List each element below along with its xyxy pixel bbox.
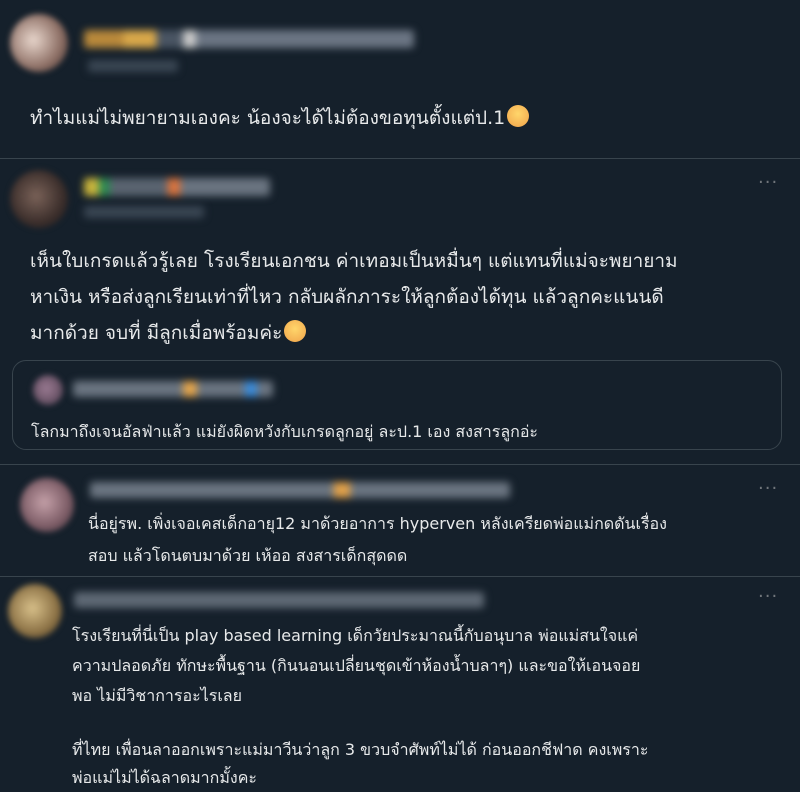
post-text-line: ที่ไทย เพื่อนลาออกเพราะแม่มาวีนว่าลูก 3 … — [72, 740, 649, 759]
post-text: ทำไมแม่ไม่พยายามเองคะ น้องจะได้ไม่ต้องขอ… — [30, 103, 530, 134]
post-text-line: โรงเรียนที่นี่เป็น play based learning เ… — [72, 626, 639, 645]
post-text-line: พอ ไม่มีวิชาการอะไรเลย — [72, 686, 242, 705]
post-text-line: มากด้วย จบที่ มีลูกเมื่อพร้อมค่ะ — [30, 318, 307, 349]
post-text-line: หาเงิน หรือส่งลูกเรียนเท่าที่ไหว กลับผลั… — [30, 286, 664, 308]
author-name-redacted[interactable] — [84, 178, 270, 196]
more-options-icon[interactable]: ··· — [758, 478, 778, 499]
avatar[interactable] — [33, 375, 63, 405]
post-text-line: พ่อแม่ไม่ได้ฉลาดมากมั้งคะ — [72, 768, 257, 787]
hugging-face-emoji-icon — [507, 105, 530, 127]
quoted-post-text: โลกมาถึงเจนอัลฟ่าแล้ว แม่ยังผิดหวังกับเก… — [31, 422, 539, 441]
author-name-redacted[interactable] — [90, 482, 510, 498]
more-options-icon[interactable]: ··· — [758, 172, 778, 193]
author-name-redacted[interactable] — [73, 381, 273, 397]
more-options-icon[interactable]: ··· — [758, 586, 778, 607]
avatar[interactable] — [20, 478, 74, 532]
author-handle-redacted — [84, 206, 204, 218]
post-text-line: นี่อยู่รพ. เพิ่งเจอเคสเด็กอายุ12 มาด้วยอ… — [88, 514, 667, 533]
avatar[interactable] — [10, 14, 68, 72]
author-handle-redacted — [88, 60, 178, 72]
author-name-redacted[interactable] — [74, 592, 484, 608]
post-text-line: ความปลอดภัย ทักษะพื้นฐาน (กินนอนเปลี่ยนช… — [72, 656, 641, 675]
divider — [0, 464, 800, 465]
divider — [0, 158, 800, 159]
quoted-post-card[interactable]: โลกมาถึงเจนอัลฟ่าแล้ว แม่ยังผิดหวังกับเก… — [12, 360, 782, 450]
author-name-redacted[interactable] — [84, 30, 414, 48]
avatar[interactable] — [8, 584, 62, 638]
post-text-line: เห็นใบเกรดแล้วรู้เลย โรงเรียนเอกชน ค่าเท… — [30, 250, 678, 272]
pensive-face-emoji-icon — [284, 320, 307, 342]
post-text-line: สอบ แล้วโดนตบมาด้วย เห้ออ สงสารเด็กสุดดด — [88, 546, 408, 565]
avatar[interactable] — [10, 170, 68, 228]
divider — [0, 576, 800, 577]
